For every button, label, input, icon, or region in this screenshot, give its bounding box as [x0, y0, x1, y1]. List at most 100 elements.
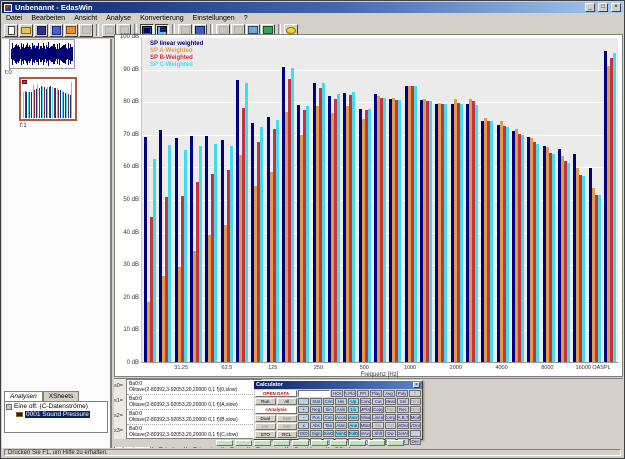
calc-button-abs[interactable]: Abs	[310, 422, 321, 429]
calc-button-dw[interactable]: Dw	[385, 430, 396, 437]
calc-button-play[interactable]: Play	[370, 390, 382, 397]
calc-button-his[interactable]: His	[335, 398, 346, 405]
calc-button-ana[interactable]: Ana	[348, 422, 359, 429]
calc-button-[interactable]: +	[298, 406, 309, 413]
quick-button[interactable]	[349, 440, 366, 446]
calc-button-up[interactable]: Up	[348, 398, 359, 405]
calc-button-asind[interactable]: AsinD	[335, 430, 346, 437]
tree-root[interactable]: Eine off. (C-Datenströme)	[6, 403, 106, 410]
quick-button[interactable]	[292, 440, 309, 446]
calc-button-1x[interactable]: 1/x	[348, 406, 359, 413]
calc-button-aplot[interactable]: A.Plot	[344, 390, 356, 397]
calc-button-oma[interactable]: Oma	[410, 398, 421, 405]
calc-button-cmt[interactable]: Cmt	[323, 398, 334, 405]
calculator-display[interactable]	[298, 390, 330, 397]
close-button[interactable]: ×	[611, 3, 621, 12]
calc-button-mcal[interactable]: Mcal	[410, 414, 421, 421]
result-row[interactable]: Ba0:0Oktave(2-80392,3-92053,20,20000 0,1…	[127, 425, 261, 439]
calc-button-sind[interactable]: SinD	[323, 430, 334, 437]
calc-button-x[interactable]: x	[298, 422, 309, 429]
calc-button-sto[interactable]: STO	[255, 431, 276, 438]
open-folder-button[interactable]	[19, 24, 33, 37]
calc-button-copy[interactable]: Copy	[372, 406, 383, 413]
calc-button-mean[interactable]: Mean	[385, 398, 396, 405]
calc-button-mixa[interactable]: Mixa	[360, 414, 371, 421]
save-button[interactable]	[34, 24, 48, 37]
calc-button-rcl[interactable]: RCL	[277, 431, 298, 438]
save-copy-button[interactable]	[49, 24, 63, 37]
calc-button-mona[interactable]: MOna	[397, 422, 408, 429]
calc-button-del[interactable]: Del	[277, 423, 298, 430]
calc-button-ms[interactable]: Ms	[372, 422, 383, 429]
calc-button-cond[interactable]: Cond	[360, 398, 371, 405]
calc-button-stat[interactable]: Stat	[310, 398, 321, 405]
calc-button-vona[interactable]: VOna	[410, 422, 421, 429]
menu-item-einstellungen[interactable]: Einstellungen	[193, 15, 235, 22]
calc-button-dtd[interactable]: DtD	[298, 430, 309, 437]
sidebar-tab-xsheets[interactable]: XSheets	[43, 391, 80, 401]
calc-button-asin[interactable]: Asin	[335, 406, 346, 413]
calc-button-mtoa[interactable]: Mtoa	[360, 422, 371, 429]
calc-button-cos[interactable]: Cos	[323, 414, 334, 421]
quick-button[interactable]	[387, 440, 404, 446]
quick-button[interactable]	[216, 440, 233, 446]
calc-button-dual[interactable]: Dual	[255, 415, 276, 422]
calc-button-atan[interactable]: Atan	[335, 422, 346, 429]
calc-button-blank[interactable]	[410, 430, 421, 437]
menu-item-ansicht[interactable]: Ansicht	[74, 15, 97, 22]
calc-button-tan[interactable]: Tan	[323, 422, 334, 429]
menu-item-analyse[interactable]: Analyse	[106, 15, 131, 22]
calc-button-oms[interactable]: Oms	[410, 406, 421, 413]
menu-item-konvertierung[interactable]: Konvertierung	[140, 15, 184, 22]
calc-button-compl[interactable]: Compl	[385, 414, 396, 421]
menu-item-?[interactable]: ?	[244, 15, 248, 22]
minimize-button[interactable]: _	[585, 3, 595, 12]
menu-item-datei[interactable]: Datei	[6, 15, 22, 22]
calc-button-shft[interactable]: Shft	[372, 430, 383, 437]
calc-button-lineal[interactable]: Lineal	[372, 414, 383, 421]
calc-button-?[interactable]: ?	[409, 390, 421, 397]
calc-button-run[interactable]: Run	[255, 398, 276, 405]
calc-button-abt[interactable]: A,B,T	[397, 414, 408, 421]
time-signal-thumbnail[interactable]	[9, 39, 75, 69]
quick-button[interactable]	[311, 440, 328, 446]
calc-button-rec[interactable]: Rec	[397, 406, 408, 413]
calc-button-fft[interactable]: FFt	[357, 390, 369, 397]
calc-button-analysis[interactable]: <Analysis	[255, 406, 297, 413]
quick-button[interactable]	[235, 440, 252, 446]
sidebar-tab-analysen[interactable]: Analysen	[4, 391, 43, 401]
quick-button[interactable]	[273, 440, 290, 446]
spectrum-thumbnail[interactable]	[19, 77, 77, 121]
quick-button[interactable]	[368, 440, 385, 446]
tree-item-sound-pressure[interactable]: 0001 Sound Pressure	[16, 411, 106, 418]
calc-button-mavg[interactable]: MAvg	[360, 430, 371, 437]
maximize-button[interactable]: □	[598, 3, 608, 12]
calc-button-pos[interactable]: Pos	[310, 414, 321, 421]
calc-button-neg[interactable]: Neg	[310, 406, 321, 413]
calc-button-stat[interactable]: Stat	[277, 415, 298, 422]
calc-button-acos[interactable]: Acos	[335, 414, 346, 421]
import-folder-button[interactable]	[64, 24, 78, 37]
calc-button-[interactable]: .	[298, 398, 309, 405]
result-row[interactable]: Ba0:0Oktave(2-80392,3-92053,20,20000 0,1…	[127, 380, 261, 395]
result-row[interactable]: Ba0:0Oktave(2-80392,3-92053,20,20000 0,1…	[127, 410, 261, 425]
calc-button-axcr[interactable]: Axcr	[348, 414, 359, 421]
calc-button-dec[interactable]: Dec	[410, 438, 421, 445]
calc-button-hot[interactable]: HOt	[331, 390, 343, 397]
menu-item-bearbeiten[interactable]: Bearbeiten	[31, 15, 65, 22]
calc-button-sign[interactable]: Sign	[310, 430, 321, 437]
calculator-title-bar[interactable]: Calculator ×	[254, 381, 422, 389]
calc-button-getall[interactable]: GetAll	[397, 430, 408, 437]
calc-button-opendata[interactable]: OPEN DATA	[255, 390, 297, 397]
calc-button-pas[interactable]: Pas	[385, 406, 396, 413]
calc-button-pold[interactable]: PolD	[348, 430, 359, 437]
calc-button-cut[interactable]: Cut	[372, 398, 383, 405]
quick-button[interactable]	[254, 440, 271, 446]
calc-button-poly[interactable]: Poly	[396, 390, 408, 397]
calc-button-[interactable]: -	[298, 414, 309, 421]
calc-button-avg[interactable]: Avg	[383, 390, 395, 397]
calc-button-sin[interactable]: Sin	[323, 406, 334, 413]
calc-button-mplay[interactable]: MPlay	[360, 406, 371, 413]
calc-button-all[interactable]: All	[277, 398, 298, 405]
print-button[interactable]	[79, 24, 93, 37]
